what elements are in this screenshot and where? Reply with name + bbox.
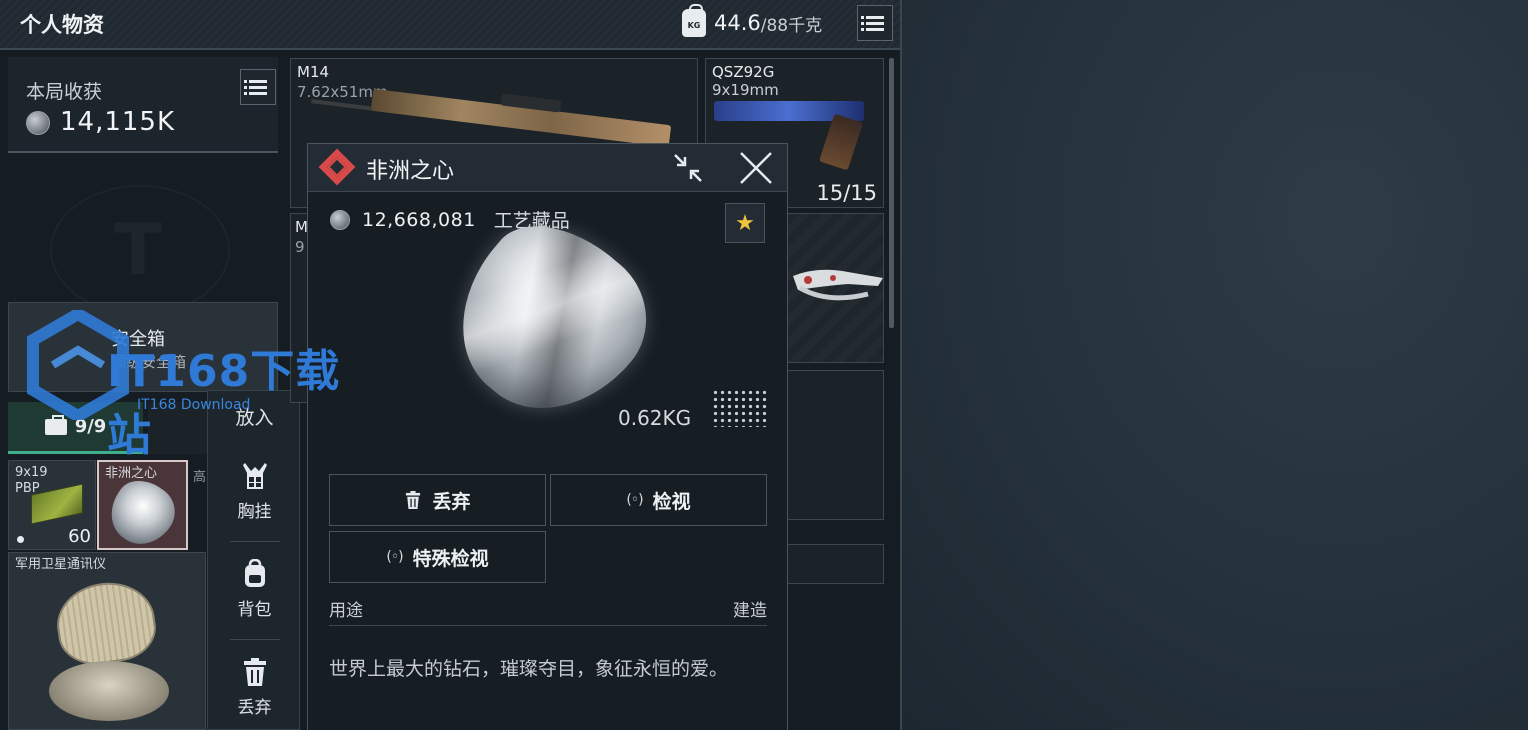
inventory-menu-button[interactable] — [857, 5, 893, 41]
case-icon — [44, 414, 67, 435]
item-slot-ammo[interactable]: 9x19 PBP 60 — [8, 460, 96, 550]
earnings-value: 14,115K — [60, 107, 176, 137]
special-inspect-label: 特殊检视 — [412, 547, 489, 570]
menu-item-discard[interactable]: 丢弃 — [208, 657, 301, 718]
item-slot-satellite[interactable]: 军用卫星通讯仪 — [8, 552, 206, 730]
carry-weight: KG 44.6/88千克 — [682, 4, 823, 38]
earnings-detail-button[interactable] — [240, 69, 276, 105]
eye-icon: (◦) — [386, 549, 403, 565]
melee-slot[interactable] — [787, 213, 884, 363]
pistol-grip-image — [819, 113, 863, 171]
eye-icon: (◦) — [626, 492, 643, 508]
case-count: 9/9 — [74, 416, 107, 437]
menu-item-label: 背包 — [237, 600, 272, 620]
item-price: 12,668,081 — [362, 208, 476, 231]
inventory-title: 个人物资 — [20, 13, 104, 37]
item-name: 非洲之心 — [105, 466, 158, 481]
popup-header: 非洲之心 — [308, 144, 787, 192]
menu-divider — [230, 639, 280, 640]
weight-max: /88千克 — [760, 15, 823, 36]
discard-label: 丢弃 — [432, 490, 471, 513]
favorite-star-icon[interactable]: ★ — [725, 203, 765, 243]
status-dot — [17, 536, 24, 543]
chest-rig-icon — [242, 463, 267, 489]
item-description: 世界上最大的钻石，璀璨夺目，象征永恒的爱。 — [329, 658, 729, 680]
list-icon — [244, 79, 267, 83]
scrollbar[interactable] — [889, 58, 894, 328]
build-label[interactable]: 建造 — [733, 596, 767, 621]
menu-item-label: 丢弃 — [237, 698, 272, 718]
ammo-name: 9x19 — [15, 465, 48, 480]
trash-icon — [243, 658, 266, 686]
empty-slot[interactable] — [787, 544, 884, 584]
backpack-icon — [244, 559, 265, 587]
satellite-base-image — [49, 661, 169, 721]
special-inspect-button[interactable]: (◦) 特殊检视 — [329, 531, 546, 583]
item-weight: 0.62KG — [618, 406, 692, 430]
inventory-header: 个人物资 KG 44.6/88千克 — [0, 0, 900, 50]
knuckle-knife-image — [793, 269, 883, 301]
menu-put-into-label: 放入 — [235, 407, 274, 429]
weight-current: 44.6 — [714, 11, 761, 35]
usage-row: 用途 建造 — [329, 596, 767, 626]
tab-secondary[interactable] — [148, 402, 208, 454]
size-grid-icon — [712, 389, 768, 427]
faction-emblem — [50, 185, 230, 315]
weapon-ammo-count: 15/15 — [816, 181, 877, 205]
popup-title: 非洲之心 — [366, 159, 455, 184]
item-detail-popup: 非洲之心 12,668,081 工艺藏品 ★ 0.62KG 丢弃 (◦) 检视 … — [307, 143, 788, 730]
background-scene — [902, 0, 1528, 730]
tab-safe-case[interactable]: 9/9 — [8, 402, 143, 454]
item-name: 军用卫星通讯仪 — [15, 557, 107, 572]
context-menu: 放入 胸挂 背包 丢弃 — [207, 390, 300, 730]
ammo-count: 60 — [68, 526, 91, 547]
weapon-name: M — [295, 218, 308, 236]
inspect-label: 检视 — [652, 490, 691, 513]
menu-item-label: 胸挂 — [237, 502, 272, 522]
menu-divider — [230, 541, 280, 542]
empty-slot[interactable] — [787, 370, 884, 520]
trash-icon — [406, 491, 421, 509]
safe-box-slot[interactable]: 安全箱 顶级安全箱 — [8, 302, 278, 392]
discard-button[interactable]: 丢弃 — [329, 474, 546, 526]
weapon-caliber: 9 — [295, 238, 305, 256]
collapse-icon[interactable] — [672, 152, 704, 184]
coin-icon — [330, 209, 350, 230]
close-icon[interactable] — [738, 150, 774, 186]
weapon-name: M14 — [297, 63, 330, 81]
earnings-label: 本局收获 — [26, 81, 103, 103]
menu-item-backpack[interactable]: 背包 — [208, 559, 301, 620]
round-earnings: 本局收获 14,115K — [8, 57, 278, 153]
usage-label: 用途 — [329, 601, 363, 621]
satellite-dish-image — [51, 576, 161, 670]
weapon-caliber: 9x19mm — [712, 81, 779, 99]
inspect-button[interactable]: (◦) 检视 — [550, 474, 767, 526]
item-slot-heart-of-africa[interactable]: 非洲之心 — [97, 460, 188, 550]
safe-box-sub: 顶级安全箱 — [111, 353, 187, 371]
hidden-label: 高 — [193, 470, 207, 485]
menu-item-chest-rig[interactable]: 胸挂 — [208, 461, 301, 522]
safe-box-name: 安全箱 — [111, 329, 165, 350]
coin-icon — [26, 111, 50, 135]
rarity-diamond-icon — [318, 148, 356, 186]
weapon-name: QSZ92G — [712, 63, 775, 81]
weight-icon: KG — [682, 4, 706, 37]
list-icon — [861, 15, 884, 19]
